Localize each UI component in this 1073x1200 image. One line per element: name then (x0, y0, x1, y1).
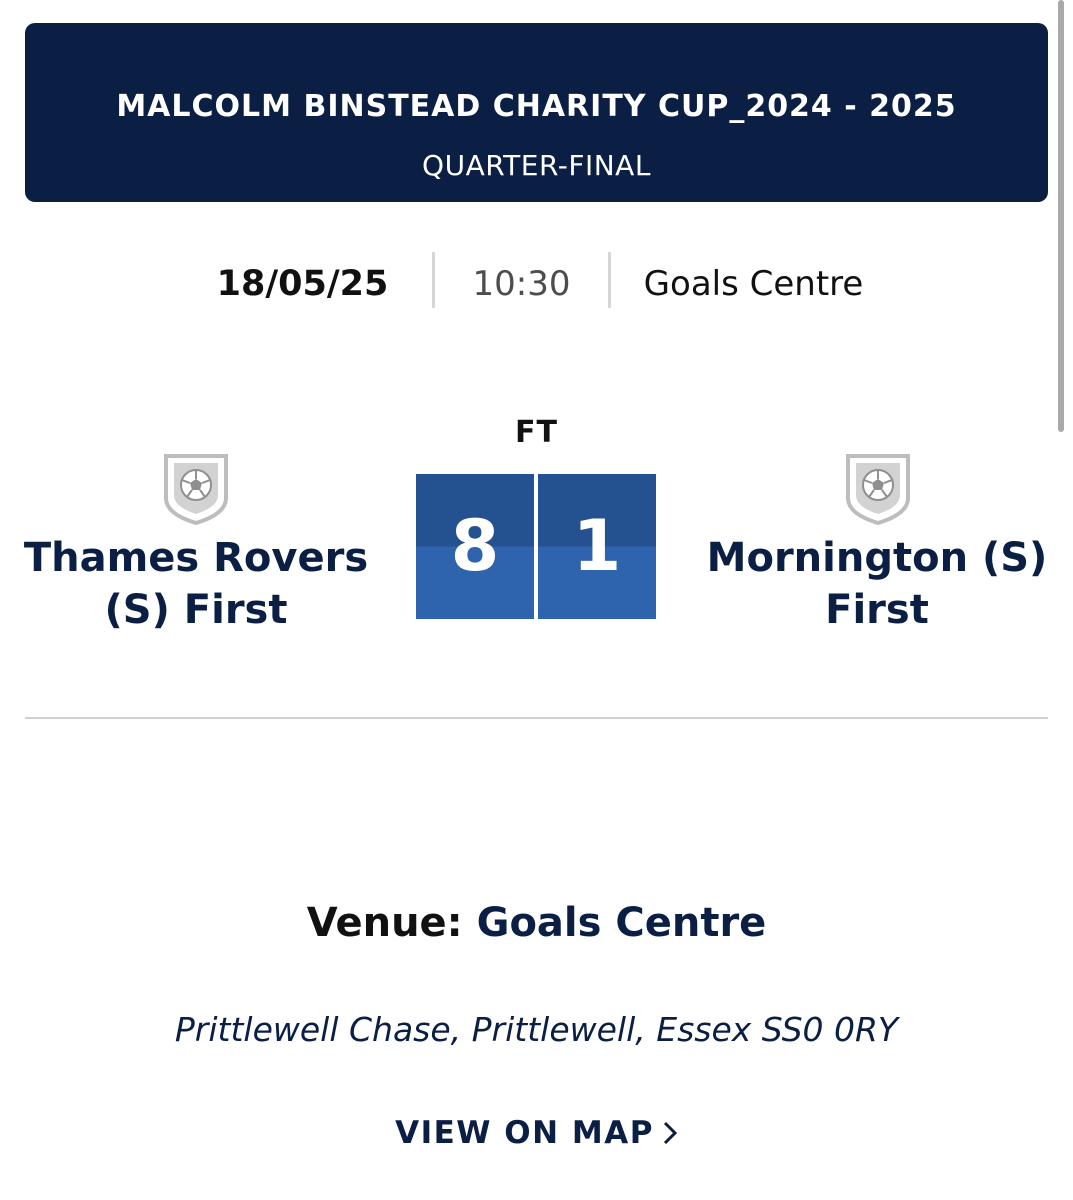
competition-round: QUARTER-FINAL (422, 149, 651, 182)
fixture-time: 10:30 (472, 264, 571, 304)
chevron-right-icon (662, 1118, 678, 1154)
away-score: 1 (538, 474, 656, 619)
football-shield-icon (844, 452, 912, 526)
venue-label: Venue: (306, 900, 463, 946)
home-team-name[interactable]: Thames Rovers (S) First (6, 532, 386, 636)
venue-heading: Venue: Goals Centre (0, 900, 1073, 946)
away-team-name[interactable]: Mornington (S) First (687, 532, 1067, 636)
fixture-date: 18/05/25 (216, 264, 389, 304)
section-divider (25, 717, 1048, 719)
competition-title: MALCOLM BINSTEAD CHARITY CUP_2024 - 2025 (116, 89, 957, 124)
view-on-map-link[interactable]: VIEW ON MAP (0, 1115, 1073, 1154)
match-status: FT (515, 415, 558, 450)
view-on-map-label: VIEW ON MAP (395, 1115, 654, 1151)
football-shield-icon (162, 452, 230, 526)
competition-header: MALCOLM BINSTEAD CHARITY CUP_2024 - 2025… (25, 23, 1048, 202)
home-score: 8 (416, 474, 534, 619)
venue-name: Goals Centre (476, 900, 767, 946)
scrollbar[interactable] (1058, 0, 1064, 432)
venue-address: Prittlewell Chase, Prittlewell, Essex SS… (174, 1010, 899, 1049)
fixture-venue: Goals Centre (643, 264, 864, 304)
fixture-meta: 18/05/25 10:30 Goals Centre (0, 252, 1073, 308)
